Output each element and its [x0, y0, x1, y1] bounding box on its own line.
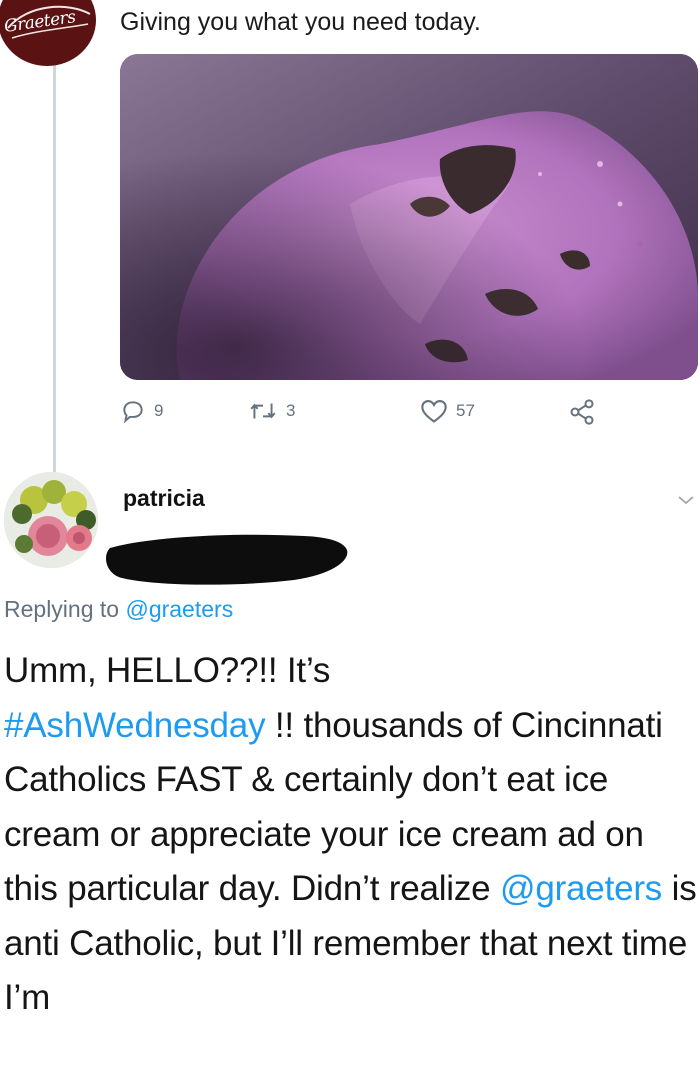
tweet-actions: 9 3 57 — [120, 398, 640, 438]
thread-connector — [53, 62, 56, 472]
reply-text: Umm, HELLO??!! It’s #AshWednesday !! thou… — [4, 644, 698, 1026]
redacted-handle — [106, 534, 348, 585]
flower-bouquet-icon — [4, 472, 98, 568]
tweet-image[interactable] — [120, 54, 698, 380]
mention-link[interactable]: @graeters — [500, 869, 662, 908]
share-action[interactable] — [568, 398, 596, 426]
patricia-avatar[interactable] — [4, 472, 98, 568]
like-action[interactable]: 57 — [420, 398, 475, 424]
share-icon — [570, 399, 594, 425]
ice-cream-photo — [120, 54, 698, 380]
reply-icon — [123, 401, 143, 424]
display-name[interactable]: patricia — [123, 485, 205, 512]
heart-icon — [421, 400, 447, 423]
graeters-avatar[interactable]: Graeters — [0, 0, 96, 66]
like-count: 57 — [456, 401, 475, 420]
tweet-text: Giving you what you need today. — [120, 8, 481, 36]
hashtag-link[interactable]: #AshWednesday — [4, 706, 266, 745]
replying-to-label: Replying to — [4, 596, 120, 622]
chevron-down-icon[interactable] — [677, 493, 695, 507]
replying-to: Replying to @graeters — [4, 596, 233, 623]
replying-to-handle-link[interactable]: @graeters — [125, 596, 233, 622]
retweet-count: 3 — [286, 401, 296, 420]
reply-text-line1: Umm, HELLO??!! It’s — [4, 651, 331, 690]
retweet-action[interactable]: 3 — [248, 398, 295, 424]
reply-count: 9 — [154, 401, 164, 420]
retweet-icon — [250, 403, 276, 419]
reply-action[interactable]: 9 — [120, 398, 163, 424]
